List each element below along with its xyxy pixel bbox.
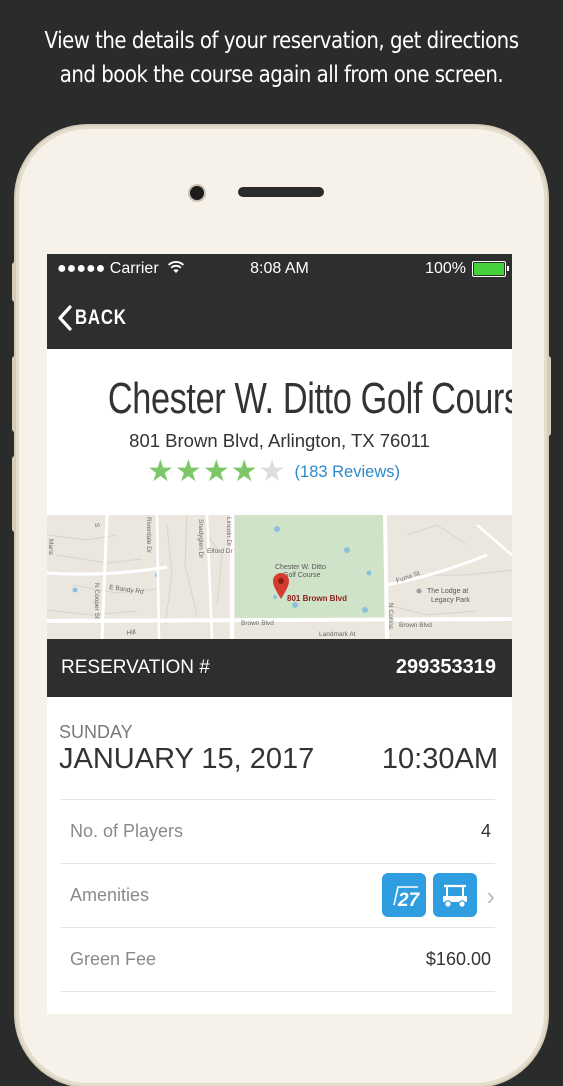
- holes-27-icon: 27: [382, 873, 426, 917]
- poi-icon: [416, 588, 422, 594]
- battery-status: 100%: [425, 260, 509, 278]
- map-street-label: Hill: [126, 629, 136, 637]
- course-title: Chester W. Ditto Golf Course: [47, 374, 512, 424]
- map-pin-label: 801 Brown Blvd: [287, 594, 347, 603]
- amenities-row[interactable]: Amenities 27 ›: [61, 863, 495, 928]
- chevron-left-icon: [58, 305, 72, 331]
- course-map[interactable]: Chester W. Ditto Golf Course 801 Brown B…: [47, 515, 512, 639]
- reservation-day: SUNDAY: [59, 722, 133, 742]
- map-street-label: Landmark At: [319, 631, 356, 638]
- status-bar: ●●●●● Carrier 8:08 AM 100%: [47, 254, 512, 286]
- star-icon: ★: [202, 455, 230, 488]
- players-value: 4: [480, 821, 491, 841]
- reviews-link[interactable]: (183 Reviews): [295, 463, 400, 482]
- chevron-right-icon: ›: [486, 881, 495, 911]
- promo-caption: View the details of your reservation, ge…: [39, 24, 523, 92]
- divider: [61, 991, 495, 993]
- reservation-time: 10:30AM: [381, 743, 498, 775]
- map-street-label: Brown Blvd: [399, 622, 432, 629]
- back-label: BACK: [75, 306, 127, 329]
- map-street-label: Brown Blvd: [241, 620, 274, 627]
- star-empty-icon: ★: [258, 455, 286, 488]
- star-icon: ★: [230, 455, 258, 488]
- map-graphic: Chester W. Ditto Golf Course 801 Brown B…: [47, 515, 512, 639]
- map-course-label-1: Chester W. Ditto: [275, 564, 326, 571]
- caption-line-2: and book the course again all from one s…: [59, 62, 504, 88]
- front-camera: [190, 186, 204, 200]
- map-street-label: Riverdale Dr: [145, 517, 152, 554]
- reservation-bar: RESERVATION # 299353319: [47, 639, 512, 697]
- map-street-label: Lincoln Dr: [225, 517, 232, 547]
- app-screen: ●●●●● Carrier 8:08 AM 100% BACK Chester …: [47, 254, 512, 1014]
- map-course-label-2: Golf Course: [283, 572, 320, 579]
- green-fee-label: Green Fee: [70, 949, 157, 969]
- battery-icon: [472, 261, 509, 277]
- battery-percent: 100%: [425, 260, 466, 277]
- amenities-label: Amenities: [70, 885, 150, 905]
- navigation-header: ●●●●● Carrier 8:08 AM 100% BACK: [47, 254, 512, 349]
- golf-cart-icon: [433, 873, 477, 917]
- reservation-label: RESERVATION #: [61, 657, 210, 678]
- caption-line-1: View the details of your reservation, ge…: [44, 28, 519, 54]
- map-street-label: Maris: [47, 539, 54, 556]
- players-row: No. of Players 4: [61, 799, 495, 864]
- star-icon: ★: [174, 455, 202, 488]
- course-address: 801 Brown Blvd, Arlington, TX 76011: [129, 430, 430, 451]
- course-name: Chester W. Ditto Golf Course: [107, 374, 512, 423]
- map-street-label: Elford Dr: [207, 548, 233, 555]
- reservation-date: JANUARY 15, 2017: [59, 743, 315, 775]
- map-street-label: S: [93, 523, 100, 528]
- reservation-number: 299353319: [395, 656, 496, 678]
- amenities-icons: 27: [375, 873, 477, 917]
- star-icon: ★: [147, 455, 174, 488]
- map-street-label: Shadyglen Dr: [197, 519, 204, 559]
- players-label: No. of Players: [70, 821, 184, 841]
- map-poi-label-1: The Lodge at: [427, 588, 468, 595]
- map-poi-label-2: Legacy Park: [431, 597, 470, 604]
- back-button[interactable]: BACK: [57, 304, 140, 332]
- map-street-label: N Cooper St: [93, 583, 100, 619]
- course-rating[interactable]: ★ ★ ★ ★ ★ (183 Reviews): [147, 455, 400, 489]
- earpiece-speaker: [238, 187, 324, 197]
- map-street-label: N Collins: [387, 603, 394, 630]
- green-fee-row: Green Fee $160.00: [61, 927, 495, 992]
- holes-count: 27: [397, 890, 421, 911]
- green-fee-value: $160.00: [425, 949, 491, 969]
